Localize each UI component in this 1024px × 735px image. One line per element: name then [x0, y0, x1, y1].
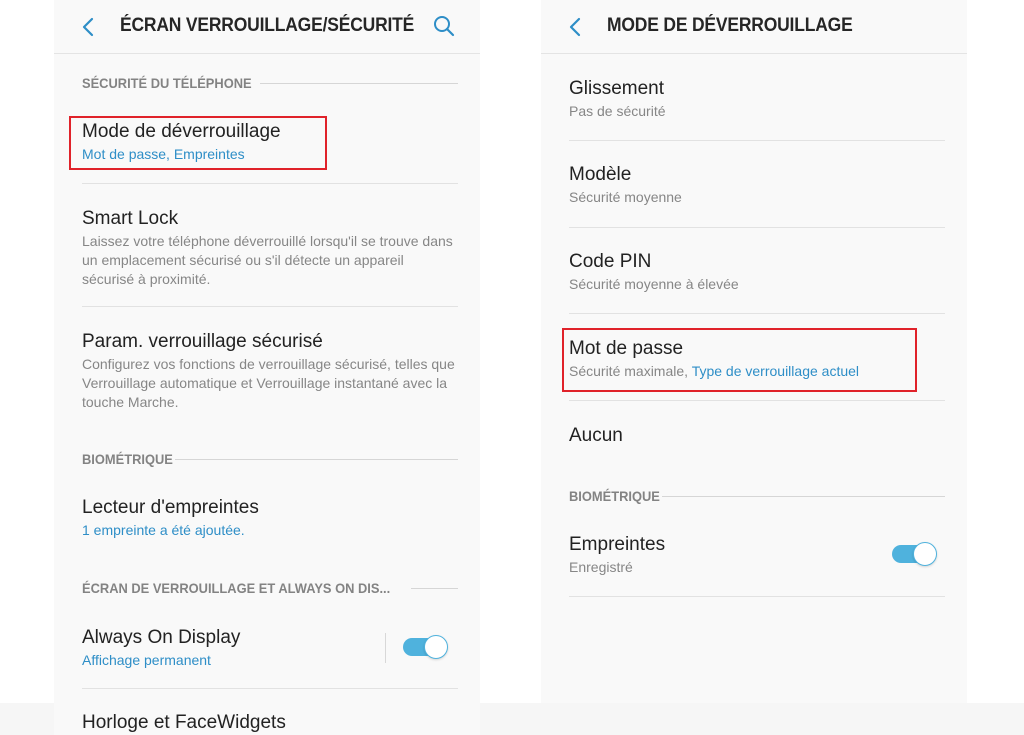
- divider: [82, 306, 458, 307]
- section-divider-line: [260, 82, 458, 84]
- search-icon[interactable]: [432, 14, 456, 38]
- fingerprint-reader-title: Lecteur d'empreintes: [82, 497, 259, 518]
- lock-screen-security-screen: ÉCRAN VERROUILLAGE/SÉCURITÉ SÉCURITÉ DU …: [54, 0, 480, 735]
- smart-lock-item[interactable]: Smart Lock Laissez votre téléphone déver…: [82, 207, 458, 289]
- swipe-subtitle: Pas de sécurité: [569, 103, 666, 119]
- always-on-display-title: Always On Display: [82, 627, 241, 648]
- toggle-knob: [424, 635, 448, 659]
- unlock-mode-screen: MODE DE DÉVERROUILLAGE Glissement Pas de…: [541, 0, 967, 703]
- unlock-option-none[interactable]: Aucun: [569, 424, 945, 448]
- smart-lock-description: Laissez votre téléphone déverrouillé lor…: [82, 233, 453, 287]
- section-header-biometric: BIOMÉTRIQUE: [82, 449, 458, 469]
- unlock-option-swipe[interactable]: Glissement Pas de sécurité: [569, 77, 945, 121]
- fingerprint-reader-item[interactable]: Lecteur d'empreintes 1 empreinte a été a…: [82, 496, 458, 540]
- clock-facewidgets-item[interactable]: Horloge et FaceWidgets: [82, 711, 458, 735]
- secure-lock-settings-description: Configurez vos fonctions de verrouillage…: [82, 356, 455, 410]
- app-bar: ÉCRAN VERROUILLAGE/SÉCURITÉ: [54, 0, 480, 54]
- secure-lock-settings-title: Param. verrouillage sécurisé: [82, 331, 323, 352]
- section-divider-line: [411, 587, 458, 589]
- section-header-lock-screen-aod: ÉCRAN DE VERROUILLAGE ET ALWAYS ON DIS..…: [82, 578, 458, 598]
- swipe-title: Glissement: [569, 78, 665, 99]
- page-title: ÉCRAN VERROUILLAGE/SÉCURITÉ: [120, 15, 415, 36]
- divider: [569, 313, 945, 314]
- smart-lock-title: Smart Lock: [82, 208, 179, 229]
- fingerprints-item[interactable]: Empreintes Enregistré: [569, 533, 945, 577]
- vertical-separator: [385, 633, 386, 663]
- divider: [569, 400, 945, 401]
- section-header-phone-security: SÉCURITÉ DU TÉLÉPHONE: [82, 73, 458, 93]
- fingerprint-reader-subtitle: 1 empreinte a été ajoutée.: [82, 522, 245, 538]
- unlock-option-pattern[interactable]: Modèle Sécurité moyenne: [569, 163, 945, 207]
- divider: [82, 183, 458, 184]
- pin-subtitle: Sécurité moyenne à élevée: [569, 276, 739, 292]
- back-arrow-icon[interactable]: [78, 15, 100, 39]
- fingerprints-title: Empreintes: [569, 534, 666, 555]
- divider: [569, 596, 945, 597]
- divider: [569, 227, 945, 228]
- clock-facewidgets-title: Horloge et FaceWidgets: [82, 712, 286, 733]
- divider: [569, 140, 945, 141]
- page-title: MODE DE DÉVERROUILLAGE: [607, 15, 853, 36]
- pin-title: Code PIN: [569, 251, 652, 272]
- always-on-display-subtitle: Affichage permanent: [82, 652, 211, 668]
- section-header-biometric: BIOMÉTRIQUE: [569, 486, 945, 506]
- pattern-subtitle: Sécurité moyenne: [569, 189, 682, 205]
- fingerprints-toggle[interactable]: [892, 542, 937, 566]
- app-bar: MODE DE DÉVERROUILLAGE: [541, 0, 967, 54]
- secure-lock-settings-item[interactable]: Param. verrouillage sécurisé Configurez …: [82, 330, 458, 412]
- fingerprints-subtitle: Enregistré: [569, 559, 633, 575]
- section-divider-line: [661, 495, 945, 497]
- highlight-box-password: [562, 328, 917, 392]
- always-on-display-item[interactable]: Always On Display Affichage permanent: [82, 626, 458, 670]
- highlight-box-unlock-mode: [69, 116, 327, 170]
- back-arrow-icon[interactable]: [565, 15, 587, 39]
- section-divider-line: [174, 458, 458, 460]
- none-title: Aucun: [569, 425, 623, 446]
- pattern-title: Modèle: [569, 164, 632, 185]
- unlock-option-pin[interactable]: Code PIN Sécurité moyenne à élevée: [569, 250, 945, 294]
- always-on-display-toggle[interactable]: [403, 635, 448, 659]
- divider: [82, 688, 458, 689]
- toggle-knob: [913, 542, 937, 566]
